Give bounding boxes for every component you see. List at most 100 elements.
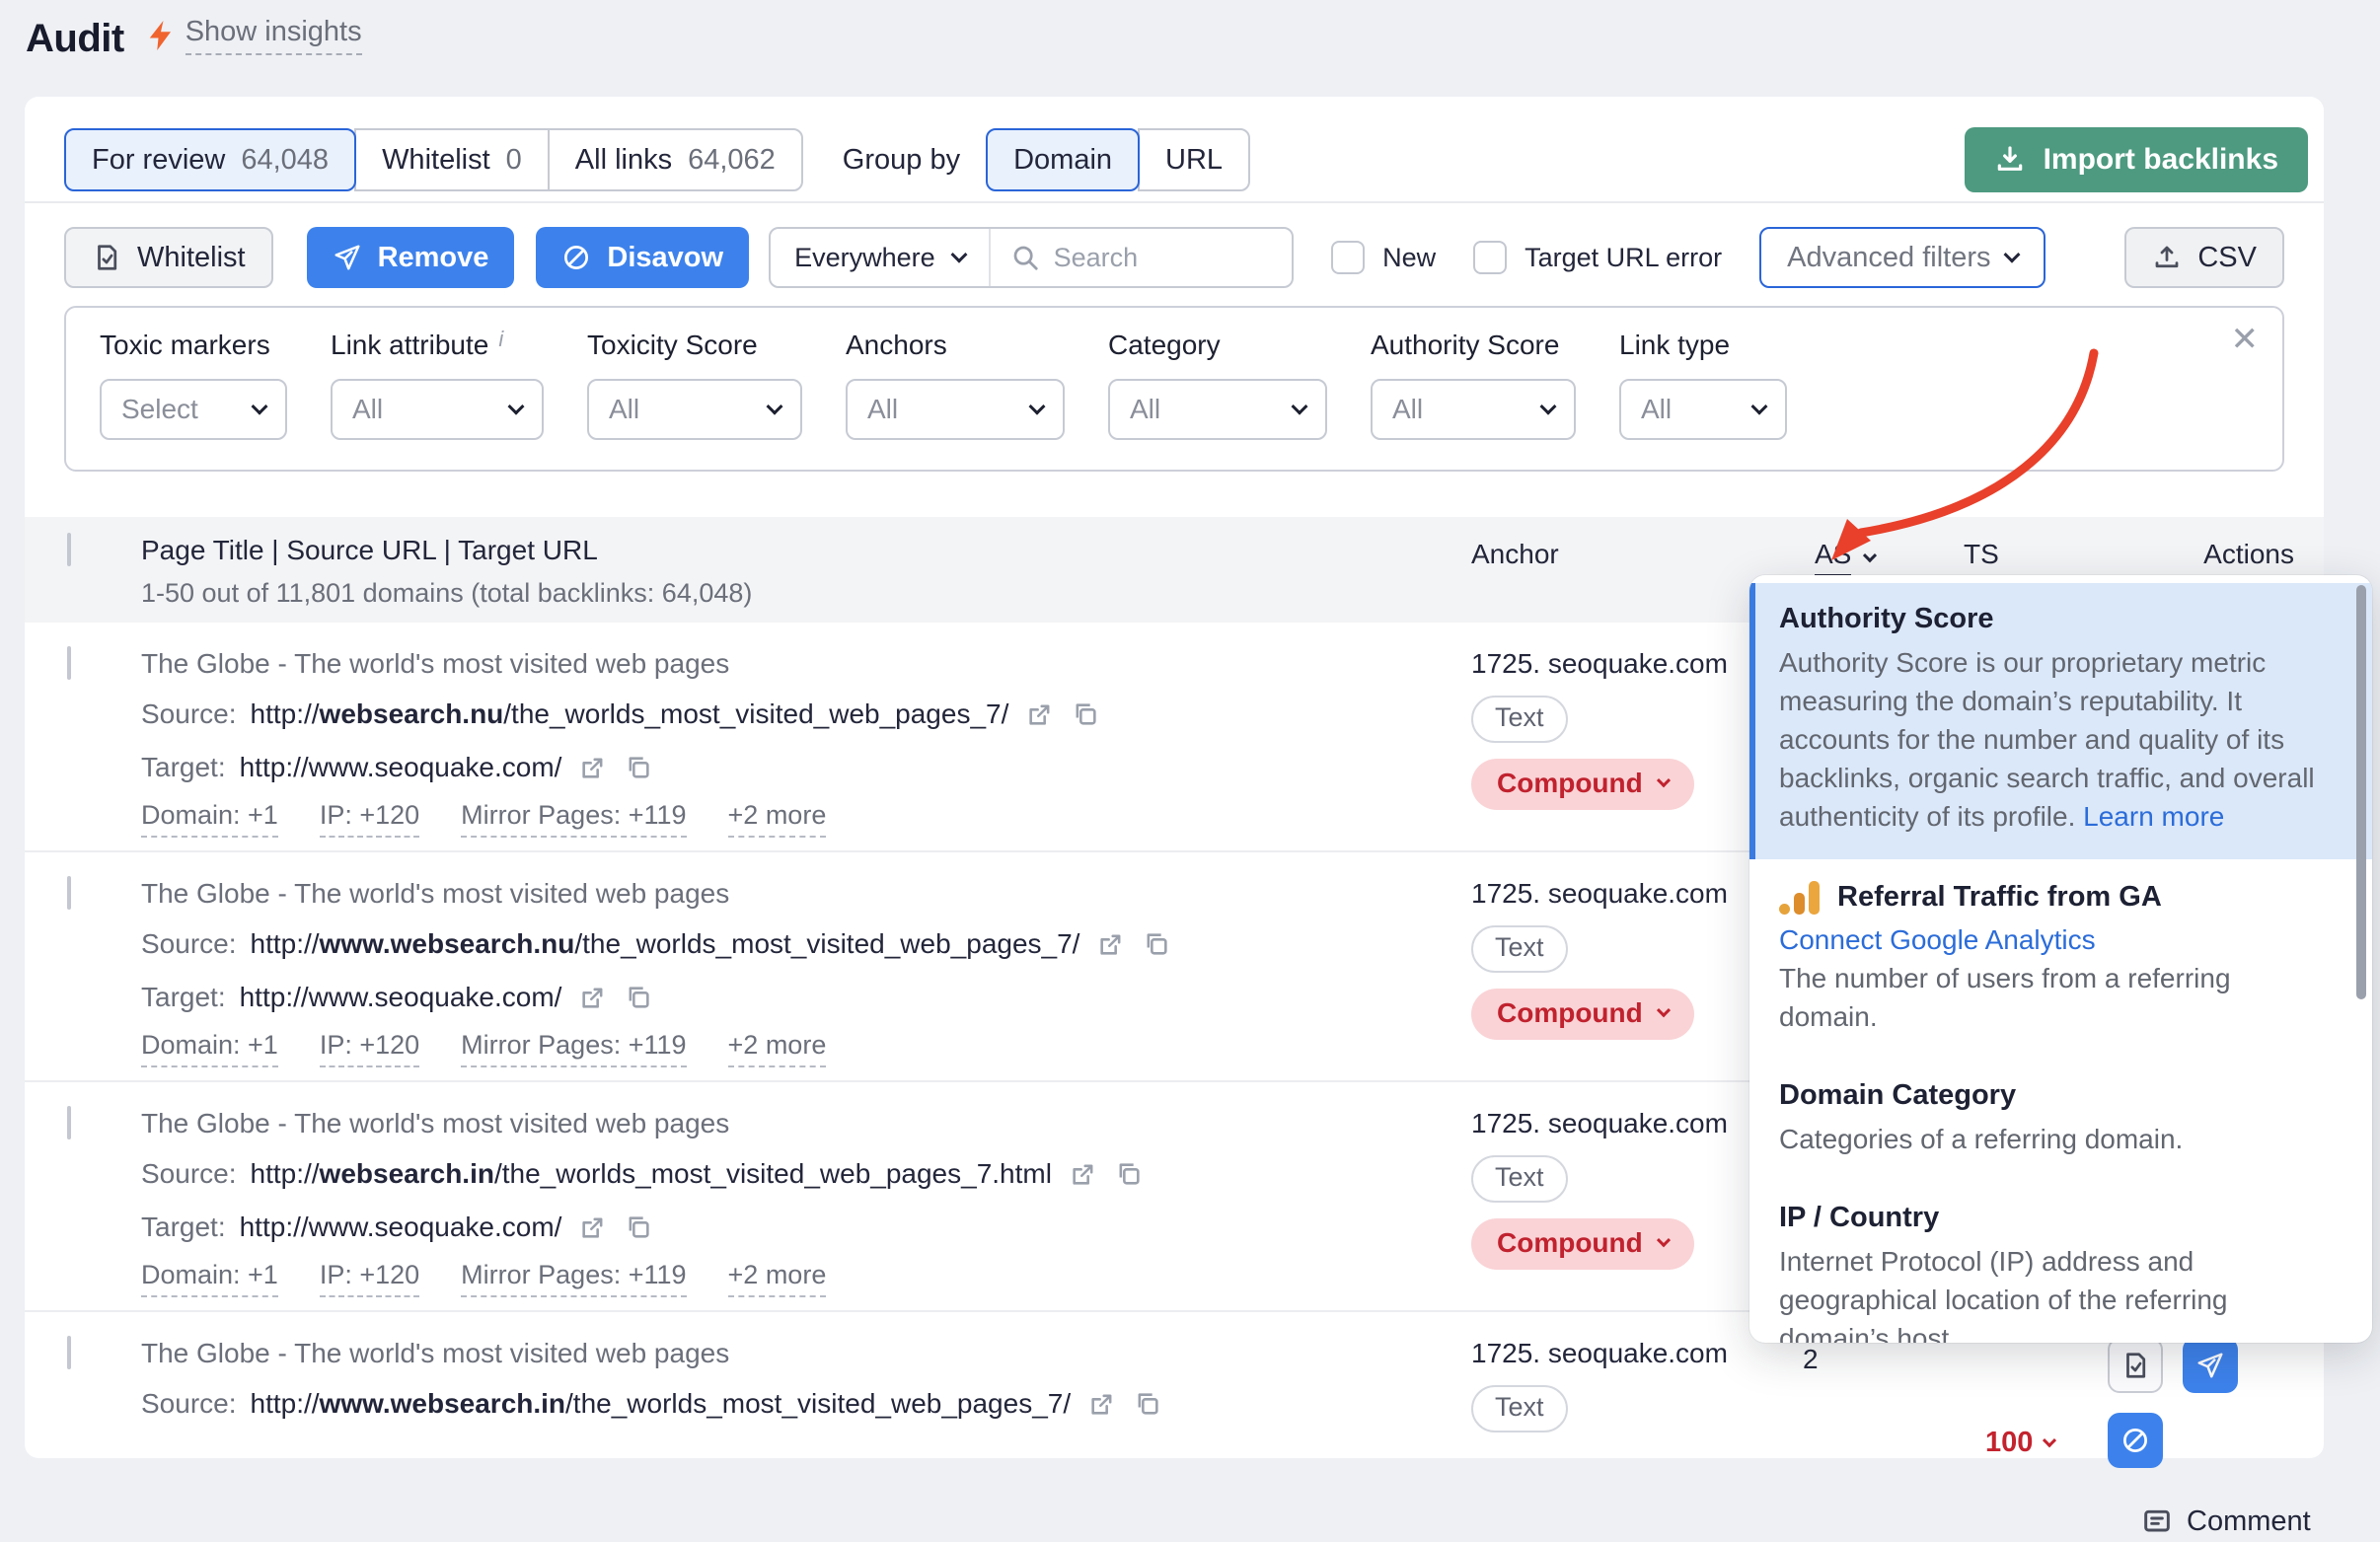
whitelist-action-button[interactable] (2108, 1338, 2163, 1393)
row-page-title[interactable]: The Globe - The world's most visited web… (141, 1338, 1446, 1369)
tab-for-review-count: 64,048 (241, 144, 329, 177)
meta-ip[interactable]: IP: +120 (320, 800, 419, 838)
info-icon[interactable]: i (498, 330, 503, 349)
remove-button-label: Remove (378, 242, 489, 274)
meta-mirror-pages[interactable]: Mirror Pages: +119 (461, 1260, 686, 1297)
target-url: http://www.seoquake.com/ (240, 752, 562, 783)
category-select[interactable]: All (1108, 379, 1327, 440)
external-link-icon[interactable] (1097, 930, 1125, 958)
advanced-filters-button[interactable]: Advanced filters (1759, 227, 2045, 288)
group-by-url[interactable]: URL (1138, 128, 1250, 191)
search-scope-value: Everywhere (794, 243, 935, 273)
group-by-domain[interactable]: Domain (986, 128, 1140, 191)
row-checkbox[interactable] (67, 1336, 71, 1369)
meta-more[interactable]: +2 more (728, 1030, 827, 1067)
target-label: Target: (141, 752, 226, 783)
checkbox-icon[interactable] (1331, 241, 1365, 274)
column-header-anchor[interactable]: Anchor (1446, 539, 1768, 609)
external-link-icon[interactable] (1088, 1390, 1116, 1418)
copy-icon[interactable] (625, 984, 652, 1011)
row-page-title[interactable]: The Globe - The world's most visited web… (141, 878, 1446, 910)
row-page-title[interactable]: The Globe - The world's most visited web… (141, 648, 1446, 680)
authority-score-select[interactable]: All (1371, 379, 1576, 440)
google-analytics-icon (1779, 879, 1820, 915)
meta-more[interactable]: +2 more (728, 800, 827, 838)
tab-whitelist-label: Whitelist (382, 144, 490, 177)
filter-link-attribute: Link attribute i All (331, 330, 544, 440)
learn-more-link[interactable]: Learn more (2083, 801, 2224, 832)
external-link-icon[interactable] (1026, 700, 1054, 728)
compound-anchor-badge[interactable]: Compound (1471, 759, 1694, 810)
copy-icon[interactable] (1115, 1160, 1143, 1188)
meta-ip[interactable]: IP: +120 (320, 1030, 419, 1067)
compound-label: Compound (1497, 1227, 1643, 1259)
link-attribute-select[interactable]: All (331, 379, 544, 440)
meta-more[interactable]: +2 more (728, 1260, 827, 1297)
row-checkbox[interactable] (67, 1106, 71, 1139)
search-input[interactable] (1054, 243, 1272, 273)
disavow-action-button[interactable] (2108, 1413, 2163, 1468)
copy-icon[interactable] (1143, 930, 1170, 958)
compound-anchor-badge[interactable]: Compound (1471, 989, 1694, 1040)
tooltip-scrollbar[interactable] (2356, 585, 2366, 999)
meta-domain[interactable]: Domain: +1 (141, 800, 278, 838)
source-label: Source: (141, 1158, 237, 1190)
checkbox-icon[interactable] (1473, 241, 1507, 274)
export-csv-label: CSV (2197, 242, 2257, 274)
external-link-icon[interactable] (579, 1213, 607, 1241)
copy-icon[interactable] (625, 754, 652, 781)
chevron-down-icon (2043, 1433, 2056, 1447)
source-url-line: Source: http://www.websearch.nu/the_worl… (141, 923, 1446, 965)
toxic-markers-select[interactable]: Select (100, 379, 287, 440)
connect-google-analytics-link[interactable]: Connect Google Analytics (1779, 924, 2096, 955)
link-type-select[interactable]: All (1619, 379, 1787, 440)
select-value: Select (121, 394, 198, 425)
whitelist-button[interactable]: Whitelist (64, 227, 273, 288)
row-checkbox[interactable] (67, 876, 71, 910)
import-backlinks-button[interactable]: Import backlinks (1965, 127, 2308, 192)
external-link-icon[interactable] (579, 754, 607, 781)
meta-domain[interactable]: Domain: +1 (141, 1260, 278, 1297)
close-icon[interactable]: ✕ (2231, 320, 2260, 359)
anchor-text: 1725. seoquake.com (1471, 1338, 1728, 1369)
document-check-icon (92, 242, 121, 273)
source-label: Source: (141, 698, 237, 730)
tab-whitelist[interactable]: Whitelist 0 (354, 128, 550, 191)
row-checkbox[interactable] (67, 646, 71, 680)
new-filter-checkbox[interactable]: New (1331, 241, 1436, 274)
ts-value[interactable]: 100 (1936, 1338, 2084, 1542)
column-header-as[interactable]: AS (1815, 539, 1875, 577)
comment-button[interactable]: Comment (2108, 1505, 2294, 1538)
toxicity-score-select[interactable]: All (587, 379, 802, 440)
column-header-page-title[interactable]: Page Title | Source URL | Target URL (141, 535, 1446, 566)
disavow-button[interactable]: Disavow (536, 227, 749, 288)
tab-all-links[interactable]: All links 64,062 (548, 128, 803, 191)
tooltip-heading: Domain Category (1779, 1079, 2329, 1112)
meta-ip[interactable]: IP: +120 (320, 1260, 419, 1297)
row-page-title[interactable]: The Globe - The world's most visited web… (141, 1108, 1446, 1139)
tab-whitelist-count: 0 (506, 144, 522, 177)
meta-mirror-pages[interactable]: Mirror Pages: +119 (461, 800, 686, 838)
show-insights-toggle[interactable]: Show insights (146, 16, 362, 61)
filter-label-text: Link attribute (331, 330, 488, 361)
select-all-checkbox[interactable] (67, 533, 71, 566)
tab-for-review-label: For review (92, 144, 225, 177)
compound-anchor-badge[interactable]: Compound (1471, 1218, 1694, 1270)
export-csv-button[interactable]: CSV (2124, 227, 2284, 288)
remove-action-button[interactable] (2183, 1338, 2238, 1393)
search-scope-dropdown[interactable]: Everywhere (771, 229, 991, 286)
external-link-icon[interactable] (579, 984, 607, 1011)
remove-button[interactable]: Remove (307, 227, 515, 288)
tooltip-body: The number of users from a referring dom… (1779, 959, 2329, 1036)
copy-icon[interactable] (1134, 1390, 1161, 1418)
anchors-select[interactable]: All (846, 379, 1065, 440)
ts-score: 100 (1985, 1427, 2033, 1459)
filter-label: Link type (1619, 330, 1787, 361)
target-url-error-checkbox[interactable]: Target URL error (1473, 241, 1722, 274)
copy-icon[interactable] (625, 1213, 652, 1241)
meta-mirror-pages[interactable]: Mirror Pages: +119 (461, 1030, 686, 1067)
copy-icon[interactable] (1072, 700, 1099, 728)
meta-domain[interactable]: Domain: +1 (141, 1030, 278, 1067)
tab-for-review[interactable]: For review 64,048 (64, 128, 356, 191)
external-link-icon[interactable] (1070, 1160, 1097, 1188)
